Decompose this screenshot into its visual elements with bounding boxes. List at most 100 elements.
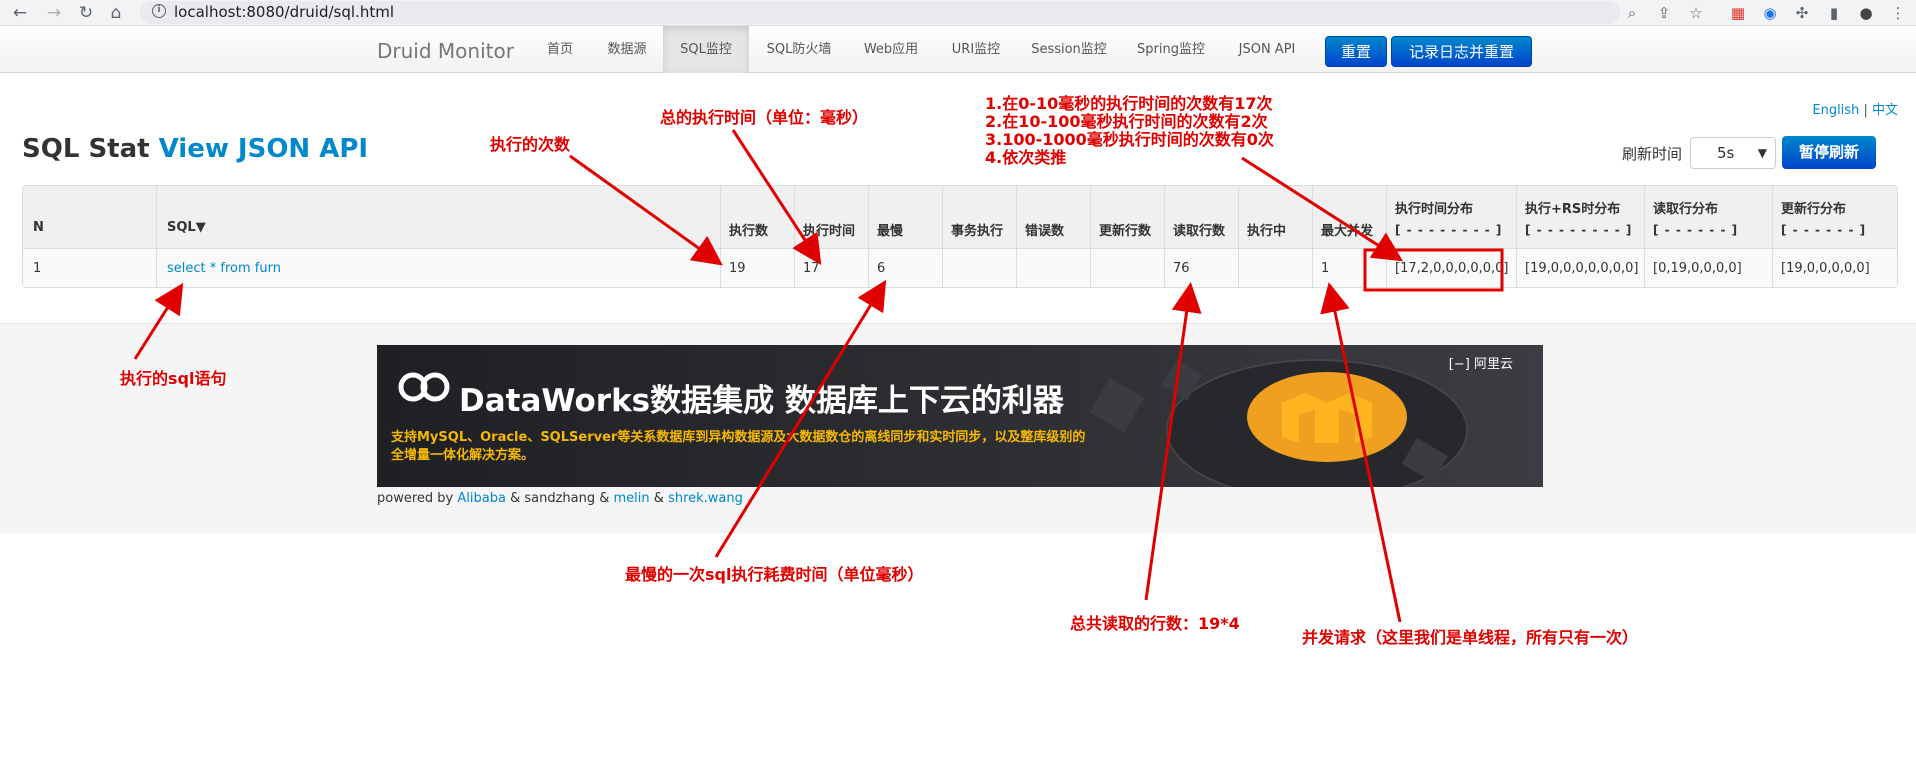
annotation-sql: 执行的sql语句 (120, 369, 227, 388)
share-icon[interactable]: ⇪ (1654, 3, 1674, 23)
banner-title: DataWorks数据集成 数据库上下云的利器 (459, 383, 1064, 419)
header-read-hist[interactable]: 读取行分布 [ - - - - - - ] (1653, 198, 1738, 237)
annotation-slowest: 最慢的一次sql执行耗费时间（单位毫秒） (625, 565, 924, 584)
chevron-down-icon: ▼ (1757, 146, 1767, 160)
header-read-hist-label: 读取行分布 (1653, 202, 1719, 217)
home-icon[interactable]: ⌂ (106, 3, 126, 23)
bookmark-star-icon[interactable]: ☆ (1686, 3, 1706, 23)
header-sql-sort[interactable]: SQL▼ (167, 220, 206, 235)
sidebar-icon[interactable]: ▮ (1824, 3, 1844, 23)
nav-web-app[interactable]: Web应用 (852, 26, 930, 73)
forward-icon[interactable]: → (44, 3, 64, 23)
cell-slowest: 6 (877, 261, 886, 276)
cell-n: 1 (33, 261, 42, 276)
annotation-hist-line1: 1.在0-10毫秒的执行时间的次数有17次 (985, 94, 1273, 113)
wifi-icon[interactable]: ◉ (1760, 3, 1780, 23)
apsara-chip-graphic (1089, 359, 1498, 487)
banner-description: 支持MySQL、Oracle、SQLServer等关系数据库到异构数据源及大数据… (391, 430, 1086, 463)
powered-amp: & (653, 491, 664, 506)
annotation-hist: 1.在0-10毫秒的执行时间的次数有17次 2.在10-100毫秒执行时间的次数… (985, 95, 1274, 167)
nav-json-api[interactable]: JSON API (1226, 26, 1308, 73)
shrek-link[interactable]: shrek.wang (668, 491, 743, 506)
site-info-icon[interactable]: i (152, 4, 166, 18)
header-update-hist[interactable]: 更新行分布 [ - - - - - - ] (1781, 198, 1866, 237)
nav-uri-monitor[interactable]: URI监控 (941, 26, 1011, 73)
log-and-reset-button[interactable]: 记录日志并重置 (1391, 36, 1532, 67)
cell-sql-link[interactable]: select * from furn (167, 261, 281, 276)
refresh-interval-select[interactable]: 5s ▼ (1690, 137, 1776, 169)
melin-link[interactable]: melin (614, 491, 650, 506)
aliyun-logo-text: 阿里云 (1473, 357, 1513, 372)
header-errors[interactable]: 错误数 (1025, 220, 1064, 239)
nav-sql-firewall[interactable]: SQL防火墙 (755, 26, 843, 73)
reset-button[interactable]: 重置 (1325, 36, 1387, 67)
extensions-puzzle-icon[interactable]: ✣ (1792, 3, 1812, 23)
header-update-hist-label: 更新行分布 (1781, 202, 1847, 217)
dataworks-logo-icon (398, 372, 450, 402)
alibaba-link[interactable]: Alibaba (457, 491, 506, 506)
refresh-interval-label: 刷新时间 (1622, 145, 1683, 163)
annotation-hist-line2: 2.在10-100毫秒执行时间的次数有2次 (985, 112, 1268, 131)
header-exec-hist-range: [ - - - - - - - - ] (1395, 223, 1503, 237)
sql-stat-table: N SQL▼ 执行数 执行时间 最慢 事务执行 错误数 更新行数 读取行数 执行… (22, 185, 1898, 288)
cell-update-hist: [19,0,0,0,0,0] (1781, 261, 1870, 276)
cell-max-concurrent: 1 (1321, 261, 1330, 276)
menu-kebab-icon[interactable]: ⋮ (1888, 3, 1908, 23)
nav-datasource[interactable]: 数据源 (594, 26, 660, 73)
header-txn[interactable]: 事务执行 (951, 220, 1003, 239)
dataworks-ad-banner[interactable]: DataWorks数据集成 数据库上下云的利器 支持MySQL、Oracle、S… (377, 345, 1543, 487)
header-exec-count[interactable]: 执行数 (729, 220, 768, 239)
back-icon[interactable]: ← (10, 3, 30, 23)
header-exec-hist[interactable]: 执行时间分布 [ - - - - - - - - ] (1395, 198, 1502, 237)
view-json-api-link[interactable]: View JSON API (159, 134, 368, 164)
nav-session-monitor[interactable]: Session监控 (1024, 26, 1114, 73)
header-running[interactable]: 执行中 (1247, 220, 1286, 239)
browser-toolbar: ← → ↻ ⌂ i localhost:8080/druid/sql.html … (0, 0, 1916, 26)
header-n: N (33, 220, 44, 235)
lang-separator: | (1863, 103, 1868, 118)
nav-spring-monitor[interactable]: Spring监控 (1130, 26, 1212, 73)
aliyun-logo: [−] 阿里云 (1449, 353, 1513, 372)
annotation-hist-line4: 4.依次类推 (985, 148, 1067, 167)
druid-navbar: Druid Monitor 首页 数据源 SQL监控 SQL防火墙 Web应用 … (0, 26, 1916, 73)
page-title-text: SQL Stat (22, 134, 150, 164)
cell-exec-rs-hist: [19,0,0,0,0,0,0,0] (1525, 261, 1639, 276)
url-text: localhost:8080/druid/sql.html (174, 3, 394, 21)
address-bar[interactable]: i localhost:8080/druid/sql.html (140, 1, 1620, 24)
pause-refresh-button[interactable]: 暂停刷新 (1782, 136, 1876, 169)
cell-exec-hist: [17,2,0,0,0,0,0,0] (1395, 261, 1509, 276)
language-switch: English | 中文 (1812, 99, 1898, 118)
aliyun-logo-icon: [−] (1448, 357, 1470, 372)
header-read-rows[interactable]: 读取行数 (1173, 220, 1225, 239)
lang-chinese-link[interactable]: 中文 (1872, 103, 1898, 118)
nav-sql-monitor[interactable]: SQL监控 (663, 26, 749, 73)
header-update-rows[interactable]: 更新行数 (1099, 220, 1151, 239)
brand-title[interactable]: Druid Monitor (377, 39, 514, 63)
annotation-hist-line3: 3.100-1000毫秒执行时间的次数有0次 (985, 130, 1274, 149)
header-read-hist-range: [ - - - - - - ] (1653, 223, 1739, 237)
header-slowest[interactable]: 最慢 (877, 220, 903, 239)
cell-exec-count: 19 (729, 261, 746, 276)
powered-prefix: powered by (377, 491, 454, 506)
annotation-total-time: 总的执行时间（单位：毫秒） (660, 108, 869, 127)
header-exec-hist-label: 执行时间分布 (1395, 202, 1474, 217)
header-exec-time[interactable]: 执行时间 (803, 220, 855, 239)
annotation-exec-count: 执行的次数 (490, 135, 571, 154)
reload-icon[interactable]: ↻ (76, 3, 96, 23)
header-exec-rs-hist[interactable]: 执行+RS时分布 [ - - - - - - - - ] (1525, 198, 1632, 237)
header-update-hist-range: [ - - - - - - ] (1781, 223, 1867, 237)
header-exec-rs-hist-label: 执行+RS时分布 (1525, 202, 1621, 217)
page-title: SQL Stat View JSON API (22, 134, 368, 164)
zoom-icon[interactable]: ⌕ (1622, 3, 1642, 23)
nav-home[interactable]: 首页 (533, 26, 587, 73)
extension-badge-icon[interactable]: ▦ (1728, 3, 1748, 23)
annotation-read-rows: 总共读取的行数：19*4 (1070, 614, 1240, 633)
profile-avatar-icon[interactable]: ● (1856, 3, 1876, 23)
annotation-concurrent: 并发请求（这里我们是单线程，所有只有一次） (1302, 628, 1639, 647)
cell-read-hist: [0,19,0,0,0,0] (1653, 261, 1742, 276)
cell-exec-time: 17 (803, 261, 820, 276)
header-max-concurrent[interactable]: 最大并发 (1321, 220, 1373, 239)
lang-english-link[interactable]: English (1812, 103, 1859, 118)
refresh-interval-value: 5s (1717, 144, 1735, 162)
powered-by: powered by Alibaba & sandzhang & melin &… (377, 491, 743, 506)
